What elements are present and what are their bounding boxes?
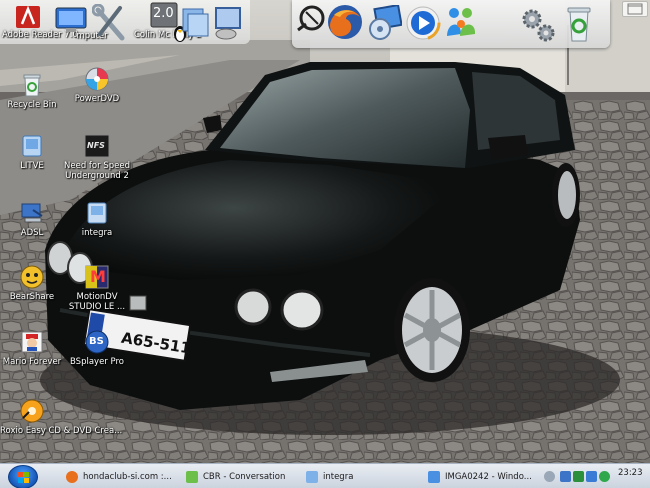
windows-logo-icon	[18, 472, 29, 483]
bsplayer-badge: BS	[89, 336, 104, 347]
taskbar-item-label: hondaclub-si.com :...	[83, 472, 172, 482]
recycle-bin-dock-icon[interactable]	[566, 5, 592, 46]
roxio-label-line: Roxio Easy CD & DVD Crea...	[0, 426, 123, 436]
desktop-icon-mario-forever[interactable]: Mario Forever	[0, 329, 64, 367]
taskbar-item-integra[interactable]: integra	[306, 467, 416, 487]
taskbar-item-label: integra	[323, 472, 354, 482]
windows-icon[interactable]	[180, 6, 210, 41]
firefox-icon[interactable]	[326, 3, 364, 44]
folder-task-icon	[306, 471, 318, 483]
colin-mcrae-badge: 2.0	[153, 6, 174, 21]
litve-icon	[22, 135, 42, 157]
desktop-icon-litve[interactable]: LITVE	[0, 133, 64, 171]
desktop-icon-bearshare[interactable]: BearShare	[0, 264, 64, 302]
bearshare-label: BearShare	[9, 292, 55, 302]
recycle-bin-icon	[23, 74, 41, 97]
motiondv-badge: M	[90, 267, 106, 286]
window-icon	[627, 3, 643, 15]
desktop-icon-bsplayer[interactable]: BS BSplayer Pro	[65, 329, 129, 367]
tray-arrow-icon[interactable]	[544, 471, 555, 482]
powerdvd-label: PowerDVD	[74, 94, 120, 104]
image-viewer-task-icon	[428, 471, 440, 483]
recycle-bin-label: Recycle Bin	[7, 100, 57, 110]
taskbar-item-label: CBR - Conversation	[203, 472, 286, 482]
tray-volume-icon[interactable]	[586, 471, 597, 482]
mini-window-button[interactable]	[622, 1, 648, 17]
roxio-icon	[20, 399, 44, 423]
nfs-badge: NFS	[87, 141, 105, 150]
taskbar-clock[interactable]: 23:23	[618, 468, 643, 478]
messenger-icon[interactable]	[442, 4, 480, 45]
desktop-icon-powerdvd[interactable]: PowerDVD	[65, 66, 129, 104]
media-icon[interactable]	[366, 3, 403, 44]
integra-folder-icon	[87, 202, 107, 224]
adobe-reader-icon[interactable]	[14, 4, 42, 33]
taskbar: hondaclub-si.com :... CBR - Conversation…	[0, 463, 650, 488]
desktop-icon-motiondv[interactable]: M MotionDV STUDIO LE ...	[65, 264, 129, 312]
settings-icon[interactable]	[520, 8, 556, 45]
tray-security-icon[interactable]	[599, 471, 610, 482]
firefox-task-icon	[66, 471, 78, 483]
network-icon[interactable]	[294, 4, 326, 39]
mario-forever-label: Mario Forever	[2, 357, 62, 367]
tray-messenger-icon[interactable]	[573, 471, 584, 482]
realplayer-icon[interactable]	[404, 5, 442, 44]
taskbar-item-conversation[interactable]: CBR - Conversation	[186, 467, 296, 487]
messenger-task-icon	[186, 471, 198, 483]
desktop-icon-adsl[interactable]: ADSL	[0, 200, 64, 238]
desktop-icon-recycle-bin[interactable]: Recycle Bin	[0, 72, 64, 110]
taskbar-item-label: IMGA0242 - Windo...	[445, 472, 532, 482]
bsplayer-label: BSplayer Pro	[70, 357, 124, 367]
bearshare-icon	[20, 265, 44, 289]
start-button[interactable]	[8, 465, 38, 488]
litve-label: LITVE	[20, 161, 44, 171]
motiondv-label: MotionDV STUDIO LE ...	[68, 292, 126, 312]
display-icon[interactable]	[212, 6, 244, 43]
powerdvd-icon	[85, 67, 109, 91]
tools-icon[interactable]	[91, 3, 128, 45]
need-for-speed-label: Need for Speed Underground 2	[64, 161, 130, 181]
desktop-icon-roxio[interactable]: Roxio Easy CD & DVD Crea...	[0, 398, 123, 436]
taskbar-item-firefox[interactable]: hondaclub-si.com :...	[66, 467, 176, 487]
adsl-label: ADSL	[20, 228, 44, 238]
desktop-icon-integra[interactable]: integra	[65, 200, 129, 238]
taskbar-item-image-viewer[interactable]: IMGA0242 - Windo...	[428, 467, 538, 487]
desktop-icon-need-for-speed[interactable]: NFS Need for Speed Underground 2	[64, 133, 130, 181]
mario-icon	[21, 331, 43, 353]
tray-network-icon[interactable]	[560, 471, 571, 482]
adsl-icon	[21, 203, 43, 223]
integra-label: integra	[81, 228, 113, 238]
